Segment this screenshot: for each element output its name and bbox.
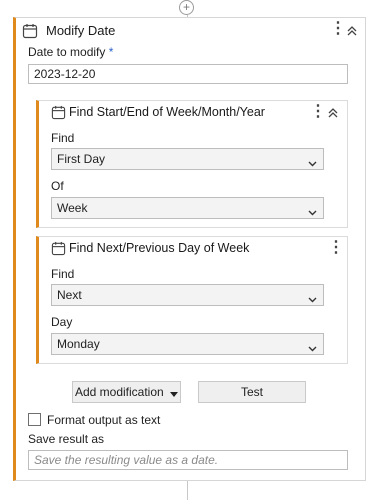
find-select[interactable]: First Day [51,148,324,170]
kebab-menu-icon[interactable]: ⋮ [328,240,344,256]
step-title: Find Start/End of Week/Month/Year [69,105,265,119]
of-select-value: Week [57,201,88,215]
step-title: Find Next/Previous Day of Week [69,241,250,255]
find-select[interactable]: Next [51,284,324,306]
required-mark: * [108,45,114,59]
format-output-checkbox[interactable] [28,413,41,426]
find-next-previous-step: Find Next/Previous Day of Week ⋮ Find Ne… [36,236,348,364]
date-to-modify-input[interactable]: 2023-12-20 [28,64,348,84]
find-select-value: First Day [57,152,105,166]
find-select-value: Next [57,288,82,302]
calendar-icon [22,23,38,42]
date-to-modify-label: Date to modify * [28,45,113,59]
kebab-menu-icon[interactable]: ⋮ [330,21,346,37]
add-modification-button[interactable]: Add modification [72,381,181,403]
calendar-icon [51,241,66,259]
collapse-icon[interactable] [347,25,357,40]
day-select-value: Monday [57,337,100,351]
day-select[interactable]: Monday [51,333,324,355]
collapse-icon[interactable] [328,107,338,122]
of-select[interactable]: Week [51,197,324,219]
date-to-modify-label-text: Date to modify [28,45,106,59]
save-result-input[interactable]: Save the resulting value as a date. [28,450,348,470]
save-result-placeholder: Save the resulting value as a date. [34,453,219,467]
chevron-down-icon [308,205,317,219]
calendar-icon [51,105,66,123]
caret-down-icon [170,383,179,403]
kebab-menu-icon[interactable]: ⋮ [310,104,326,120]
modify-date-card: Modify Date ⋮ Date to modify * 2023-12-2… [13,17,366,481]
test-button[interactable]: Test [198,381,306,403]
of-label: Of [51,179,64,193]
add-step-icon[interactable]: + [179,0,194,15]
chevron-down-icon [308,156,317,170]
chevron-down-icon [308,292,317,306]
day-label: Day [51,315,73,329]
save-result-label: Save result as [28,432,105,446]
find-label: Find [51,131,75,145]
find-label: Find [51,267,75,281]
chevron-down-icon [308,341,317,355]
step-header: Find Next/Previous Day of Week ⋮ [39,237,347,261]
format-output-label: Format output as text [47,413,161,427]
find-start-end-step: Find Start/End of Week/Month/Year ⋮ Find… [36,100,348,228]
card-header: Modify Date ⋮ [16,18,365,44]
add-modification-label: Add modification [74,385,164,399]
connector-line-bottom [187,481,188,500]
step-header: Find Start/End of Week/Month/Year ⋮ [39,101,347,125]
card-title: Modify Date [46,23,116,38]
